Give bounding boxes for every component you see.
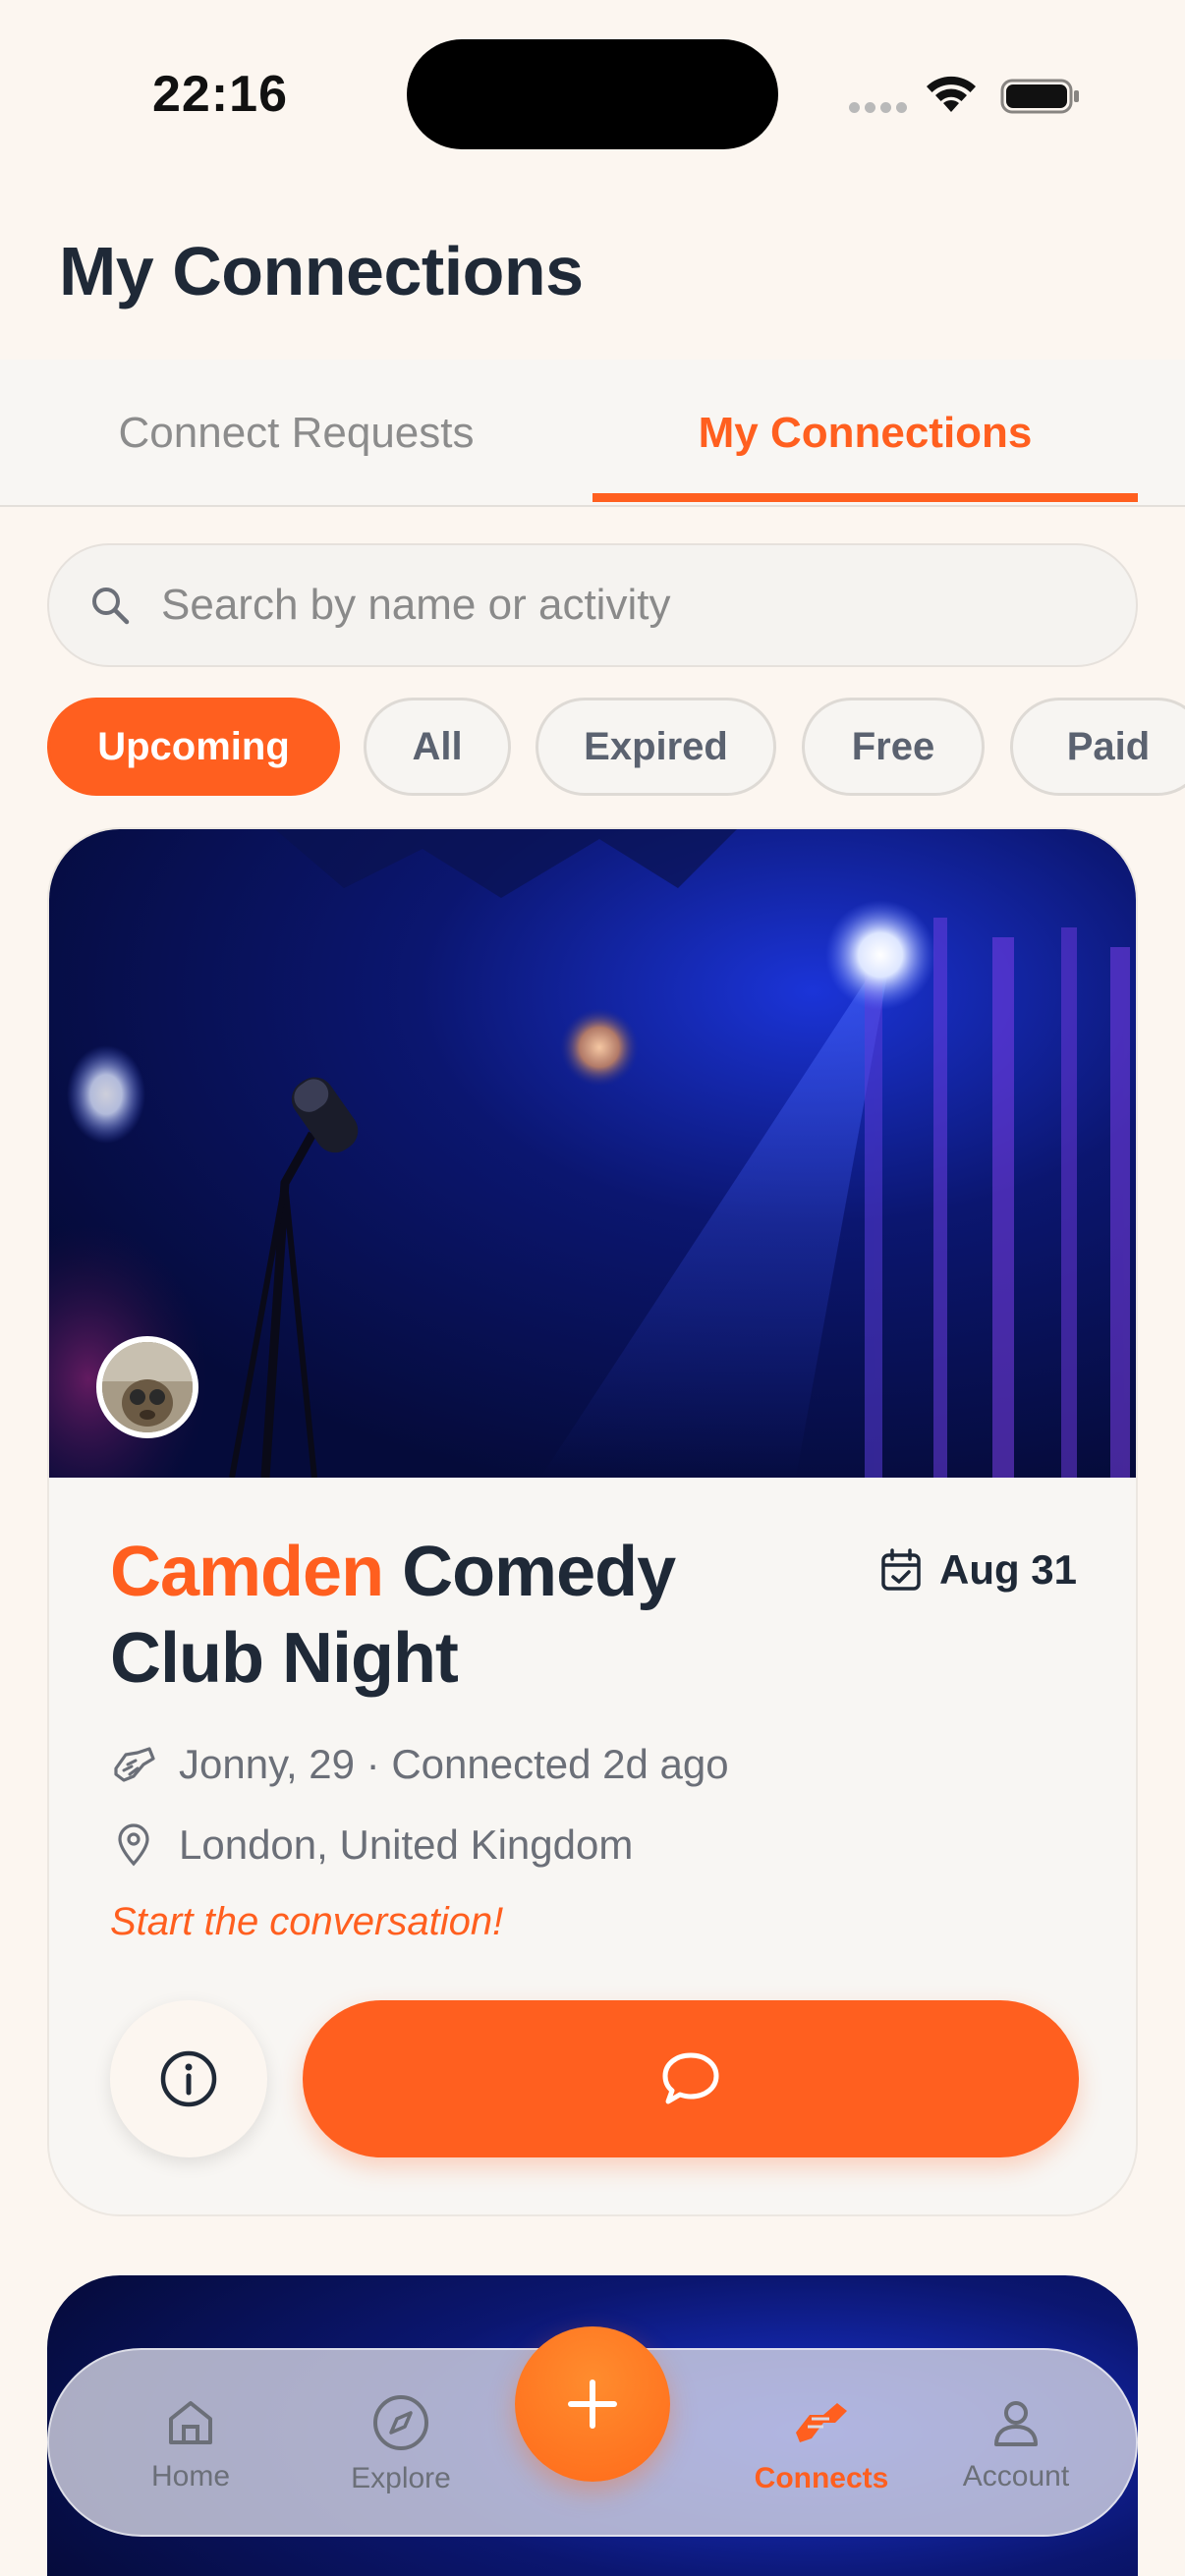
- event-cover-image: [49, 829, 1136, 1478]
- tabbar-connects-label: Connects: [754, 2462, 889, 2494]
- location-info: London, United Kingdom: [110, 1821, 633, 1869]
- tabbar-account[interactable]: Account: [928, 2350, 1104, 2539]
- location-text: London, United Kingdom: [179, 1821, 634, 1868]
- handshake-icon: [114, 1747, 155, 1782]
- status-bar: 22:16: [0, 0, 1185, 187]
- info-icon: [160, 2050, 217, 2107]
- search-input[interactable]: [161, 581, 1045, 630]
- active-tab-indicator: [592, 493, 1138, 502]
- location-pin-icon: [118, 1823, 149, 1867]
- connection-card[interactable]: Camden Comedy Club Night Aug 31 Jonny, 2…: [47, 827, 1138, 2216]
- info-button[interactable]: [110, 2000, 267, 2157]
- conversation-prompt: Start the conversation!: [110, 1900, 504, 1943]
- tabbar-explore[interactable]: Explore: [312, 2350, 489, 2539]
- filter-expired[interactable]: Expired: [536, 698, 776, 796]
- filter-free[interactable]: Free: [802, 698, 985, 796]
- tabbar-home-label: Home: [150, 2460, 231, 2492]
- avatar[interactable]: [96, 1336, 198, 1438]
- create-button[interactable]: [515, 2326, 670, 2482]
- dynamic-island: [407, 39, 778, 149]
- battery-icon: [1000, 79, 1079, 114]
- event-title-accent: Camden: [110, 1533, 384, 1611]
- plus-icon: [568, 2380, 617, 2429]
- tabbar-home[interactable]: Home: [102, 2350, 279, 2539]
- message-button[interactable]: [303, 2000, 1079, 2157]
- compass-icon: [373, 2395, 428, 2450]
- connection-info: Jonny, 29 · Connected 2d ago: [110, 1741, 729, 1788]
- page-title: My Connections: [59, 233, 584, 309]
- search-bar[interactable]: [47, 543, 1138, 667]
- account-icon: [994, 2401, 1038, 2446]
- status-time: 22:16: [152, 66, 288, 123]
- tab-connect-requests[interactable]: Connect Requests: [0, 360, 592, 507]
- tab-my-connections[interactable]: My Connections: [592, 360, 1138, 507]
- segment-tabs: Connect Requests My Connections: [0, 360, 1185, 507]
- tabbar-connects[interactable]: Connects: [733, 2350, 910, 2539]
- event-date: Aug 31: [880, 1546, 1077, 1594]
- search-icon: [92, 588, 130, 625]
- calendar-check-icon: [881, 1548, 921, 1591]
- chat-bubble-icon: [662, 2052, 719, 2104]
- filter-chips: Upcoming All Expired Free Paid: [47, 698, 1185, 796]
- tabbar-explore-label: Explore: [351, 2462, 451, 2494]
- home-icon: [169, 2401, 212, 2444]
- filter-upcoming[interactable]: Upcoming: [47, 698, 340, 796]
- connects-icon: [796, 2403, 847, 2442]
- filter-all[interactable]: All: [364, 698, 511, 796]
- wifi-icon: [927, 76, 976, 112]
- filter-paid[interactable]: Paid: [1010, 698, 1185, 796]
- avatar-photo: [102, 1342, 193, 1432]
- event-date-label: Aug 31: [939, 1546, 1078, 1593]
- cellular-signal-icon: [849, 102, 907, 113]
- connection-text: Jonny, 29 · Connected 2d ago: [179, 1741, 729, 1787]
- event-title: Camden Comedy Club Night: [110, 1529, 818, 1702]
- tabbar-account-label: Account: [962, 2460, 1070, 2492]
